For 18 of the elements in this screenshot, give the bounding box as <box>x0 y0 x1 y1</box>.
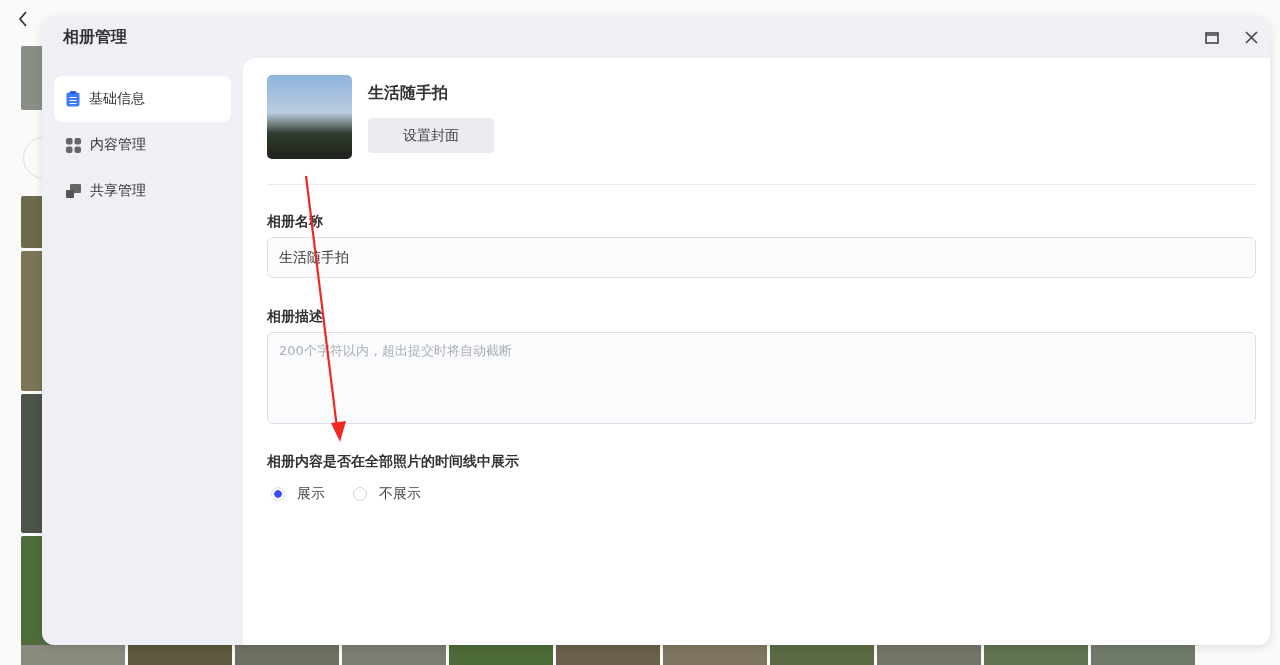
radio-label[interactable]: 不展示 <box>379 485 421 503</box>
set-cover-button[interactable]: 设置封面 <box>368 118 494 153</box>
back-icon[interactable] <box>18 11 28 27</box>
field-label: 相册内容是否在全部照片的时间线中展示 <box>267 453 519 471</box>
album-name: 生活随手拍 <box>368 83 449 104</box>
sidebar-item[interactable]: 基础信息 <box>54 76 231 122</box>
field-label: 相册描述 <box>267 308 323 326</box>
radio-button[interactable] <box>271 487 285 501</box>
dialog-title: 相册管理 <box>63 27 127 48</box>
radio-button[interactable] <box>353 487 367 501</box>
grid-icon <box>66 137 81 153</box>
close-icon[interactable] <box>1245 31 1258 44</box>
share-icon <box>66 184 81 198</box>
sidebar-item[interactable]: 共享管理 <box>54 168 231 214</box>
sidebar-item[interactable]: 内容管理 <box>54 122 231 168</box>
maximize-icon[interactable] <box>1205 31 1219 44</box>
radio-label[interactable]: 展示 <box>297 485 325 503</box>
clipboard-icon <box>66 91 80 107</box>
